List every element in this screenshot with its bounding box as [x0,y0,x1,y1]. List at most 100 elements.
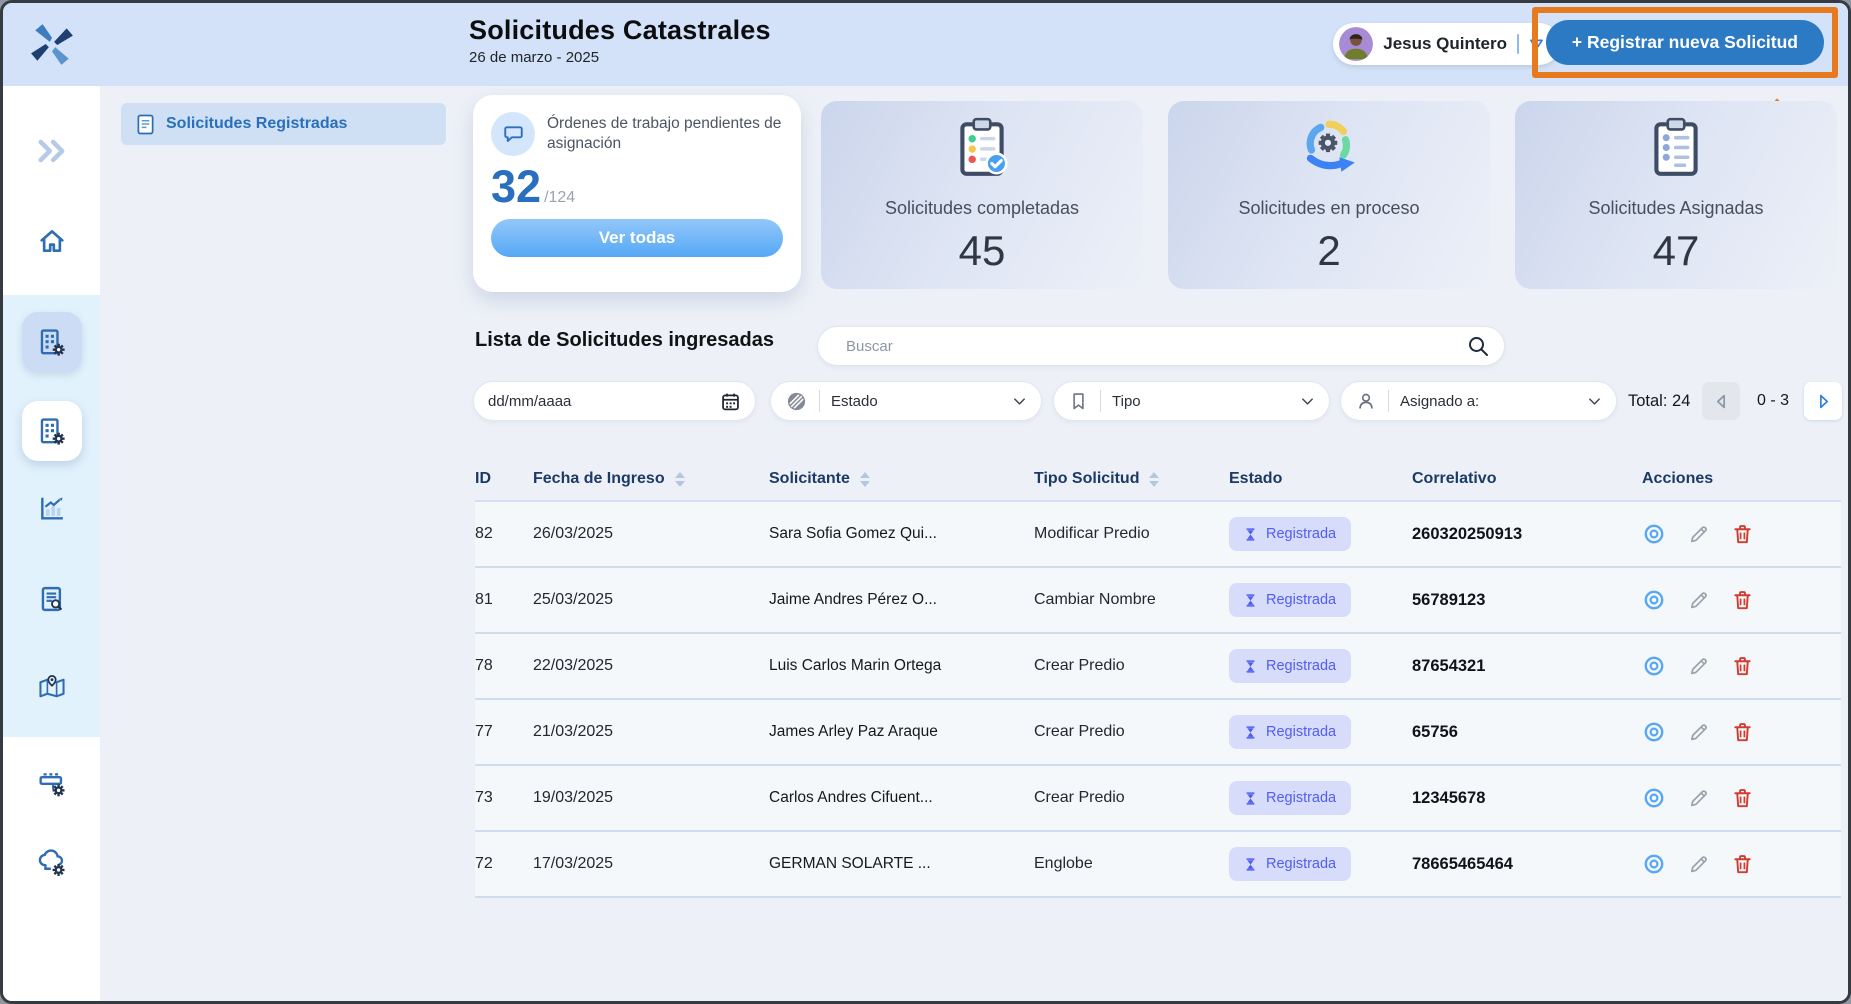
delete-icon [1731,787,1754,810]
next-page-button[interactable] [1804,382,1842,420]
estado-filter-select[interactable]: Estado [770,381,1042,421]
view-button[interactable] [1642,588,1666,612]
cell-tipo-solicitud: Modificar Predio [1034,525,1229,543]
delete-button[interactable] [1731,655,1754,678]
status-badge: Registrada [1229,847,1351,881]
hourglass-icon [1244,593,1257,608]
cell-tipo-solicitud: Crear Predio [1034,657,1229,675]
sidebar-item-solicitudes-registradas[interactable]: Solicitudes Registradas [121,103,446,145]
delete-button[interactable] [1731,589,1754,612]
edit-button[interactable] [1687,523,1710,546]
register-new-request-button[interactable]: + Registrar nueva Solicitud [1546,20,1824,65]
sidebar-item-chart-trend[interactable] [37,494,66,523]
column-header: Tipo Solicitud [1034,470,1229,488]
cell-fecha-ingreso: 17/03/2025 [533,855,769,873]
app-logo-icon [29,21,75,67]
search-input[interactable] [844,337,1466,356]
cell-estado: Registrada [1229,715,1412,749]
total-count-label: Total: 24 [1628,381,1690,421]
sidebar-item-equipment-settings[interactable] [36,767,67,798]
tipo-filter-label: Tipo [1112,393,1141,410]
date-filter-input[interactable]: dd/mm/aaaa [473,381,756,421]
sidebar [3,86,100,1001]
estado-filter-label: Estado [831,393,878,410]
tipo-filter-select[interactable]: Tipo [1053,381,1330,421]
expand-chevrons-icon [36,138,68,165]
status-badge: Registrada [1229,649,1351,683]
table-row: 77 21/03/2025 James Arley Paz Araque Cre… [475,700,1841,766]
view-button[interactable] [1642,786,1666,810]
home-icon [37,227,66,256]
stat-card-value: 45 [959,227,1006,275]
previous-page-button[interactable] [1702,382,1740,420]
asignado-filter-select[interactable]: Asignado a: [1340,381,1617,421]
delete-button[interactable] [1731,787,1754,810]
cell-acciones [1642,852,1792,876]
user-menu[interactable]: Jesus Quintero [1333,23,1560,65]
cell-acciones [1642,654,1792,678]
column-header: Estado [1229,470,1412,488]
sort-icon[interactable] [1149,472,1159,487]
table-body: 82 26/03/2025 Sara Sofia Gomez Qui... Mo… [475,502,1841,898]
cell-acciones [1642,522,1792,546]
page-date: 26 de marzo - 2025 [469,49,771,66]
hourglass-icon [1244,659,1257,674]
edit-icon [1687,787,1710,810]
edit-button[interactable] [1687,787,1710,810]
cell-fecha-ingreso: 21/03/2025 [533,723,769,741]
edit-button[interactable] [1687,655,1710,678]
delete-button[interactable] [1731,721,1754,744]
page-title: Solicitudes Catastrales [469,15,771,46]
view-button[interactable] [1642,720,1666,744]
cloud-settings-icon [36,846,67,877]
sidebar-item-building-settings[interactable] [22,401,82,461]
view-icon [1642,786,1666,810]
divider [1388,390,1389,412]
view-button[interactable] [1642,522,1666,546]
stat-card: Solicitudes en proceso 2 [1168,101,1490,289]
search-bar [817,326,1505,366]
view-all-button[interactable]: Ver todas [491,219,783,257]
delete-button[interactable] [1731,853,1754,876]
sidebar-item-expand-chevrons[interactable] [36,138,68,165]
pending-card-title: Órdenes de trabajo pendientes de asignac… [547,112,783,155]
table-row: 81 25/03/2025 Jaime Andres Pérez O... Ca… [475,568,1841,634]
equipment-settings-icon [36,767,67,798]
delete-icon [1731,853,1754,876]
view-button[interactable] [1642,852,1666,876]
gauge-icon [785,390,808,413]
cell-id: 72 [475,855,533,873]
cell-correlativo: 87654321 [1412,657,1642,676]
delete-button[interactable] [1731,523,1754,546]
clipboard-check-icon [949,115,1015,186]
cell-solicitante: Carlos Andres Cifuent... [769,789,1034,807]
divider [819,390,820,412]
table-row: 73 19/03/2025 Carlos Andres Cifuent... C… [475,766,1841,832]
column-header: ID [475,470,533,488]
cell-solicitante: Sara Sofia Gomez Qui... [769,525,1034,543]
cell-tipo-solicitud: Englobe [1034,855,1229,873]
pending-work-orders-card: Órdenes de trabajo pendientes de asignac… [473,95,801,292]
edit-button[interactable] [1687,589,1710,612]
calendar-icon[interactable] [720,391,741,412]
edit-button[interactable] [1687,721,1710,744]
cell-fecha-ingreso: 22/03/2025 [533,657,769,675]
view-button[interactable] [1642,654,1666,678]
view-icon [1642,588,1666,612]
edit-button[interactable] [1687,853,1710,876]
sort-icon[interactable] [860,472,870,487]
sidebar-item-map-pin[interactable] [37,674,67,702]
bookmark-icon [1068,391,1089,412]
sort-icon[interactable] [675,472,685,487]
sidebar-item-document-search[interactable] [37,585,66,614]
sidebar-item-home[interactable] [37,227,66,256]
building-settings-icon [36,327,67,358]
cell-acciones [1642,588,1792,612]
cell-solicitante: Jaime Andres Pérez O... [769,591,1034,609]
cell-estado: Registrada [1229,847,1412,881]
cell-tipo-solicitud: Crear Predio [1034,789,1229,807]
sidebar-item-cloud-settings[interactable] [36,846,67,877]
cell-id: 78 [475,657,533,675]
sidebar-item-building-settings[interactable] [22,312,82,372]
search-icon[interactable] [1466,334,1490,358]
